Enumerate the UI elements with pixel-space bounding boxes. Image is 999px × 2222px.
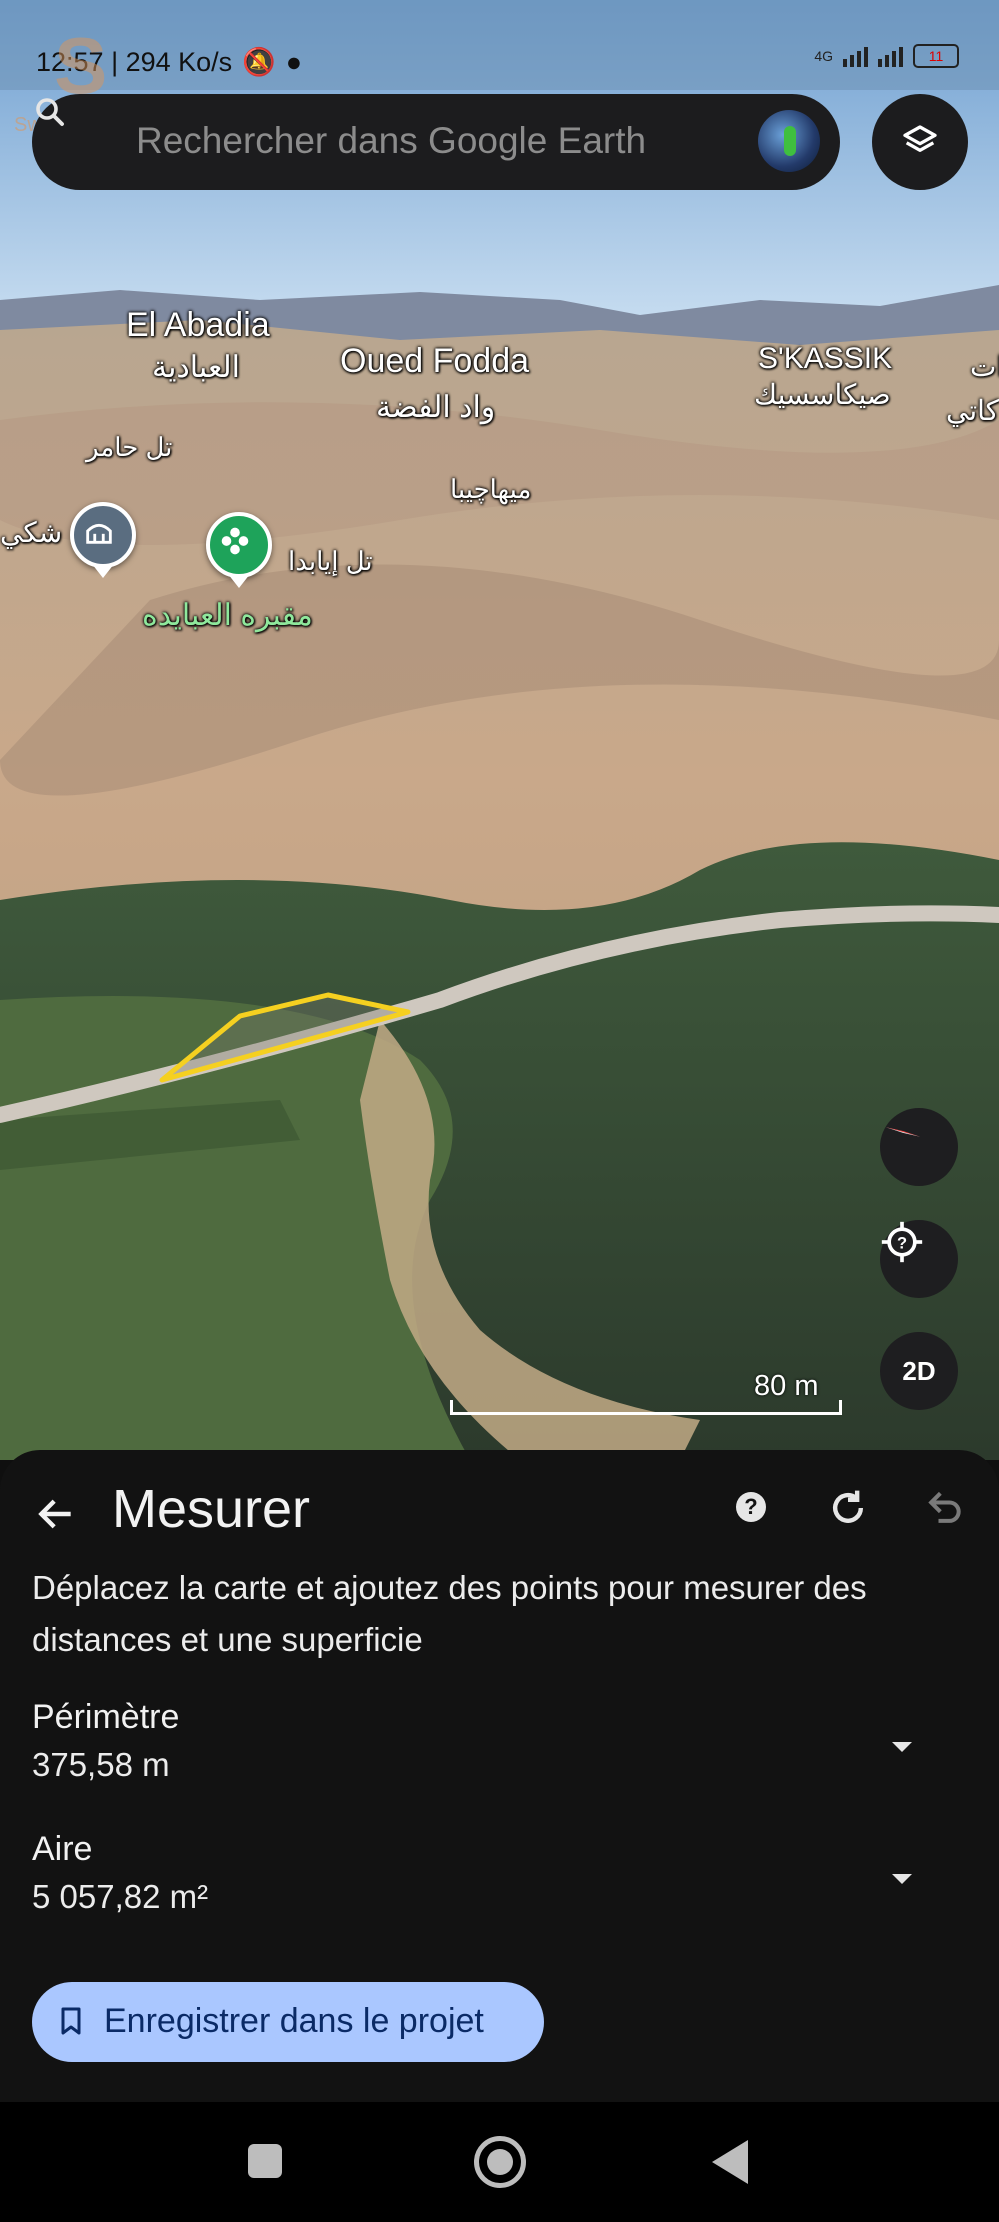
system-nav-bar [0,2102,999,2222]
landmark-pin[interactable] [70,502,136,578]
compass-icon [885,1127,921,1137]
network-type: 4G [814,48,833,64]
recents-button[interactable] [248,2144,282,2178]
perimeter-value: 375,58 m [32,1746,170,1783]
place-skassik-ar[interactable]: صيكاسسيك [754,378,891,411]
my-location-button[interactable]: ? [880,1220,958,1298]
place-el-abadia[interactable]: El Abadia [126,306,270,345]
place-el-abadia-ar[interactable]: العبادية [152,350,240,385]
toggle-2d-button[interactable]: 2D [880,1332,958,1410]
status-bar: 12:57 | 294 Ko/s 🔕 ● 4G 11 [0,0,999,90]
place-shaki[interactable]: شكي [0,516,62,549]
layers-button[interactable] [872,94,968,190]
place-tel-ibaida[interactable]: تل إيابدا [288,546,373,577]
place-skassik[interactable]: S'KASSIK [758,342,892,376]
panel-title: Mesurer [112,1479,311,1539]
app-notification-icon: ● [285,46,303,77]
perimeter-label: Périmètre [32,1698,180,1736]
signal-icon-2 [878,45,903,67]
battery-icon: 11 [913,44,959,68]
save-button-label: Enregistrer dans le projet [104,2002,484,2040]
place-tel-hamer[interactable]: تل حامر [86,432,172,463]
place-mihachiba[interactable]: ميهاچيبا [450,474,531,505]
satellite-terrain [0,0,999,1460]
place-oued-fodda-ar[interactable]: واد الفضة [376,390,495,425]
bookmark-icon [61,2007,81,2035]
cemetery-pin[interactable] [206,512,272,588]
area-label: Aire [32,1830,93,1868]
back-button[interactable] [712,2140,748,2184]
perimeter-dropdown-icon[interactable] [890,1740,914,1754]
status-indicators: 4G 11 [814,44,959,68]
refresh-icon[interactable] [826,1486,870,1530]
instruction-text: Déplacez la carte et ajoutez des points … [32,1569,867,1658]
home-button[interactable] [474,2136,526,2188]
compass-button[interactable] [880,1108,958,1186]
area-dropdown-icon[interactable] [890,1872,914,1886]
undo-icon[interactable] [922,1486,966,1530]
scale-label: 80 m [754,1370,819,1402]
search-input[interactable]: Rechercher dans Google Earth [136,120,646,162]
avatar[interactable] [758,110,820,172]
place-kati[interactable]: كاتي [946,394,999,427]
save-to-project-button[interactable]: Enregistrer dans le projet [32,1982,544,2062]
mosque-icon [86,523,112,544]
layers-icon [903,125,937,152]
place-edge[interactable]: ات [970,350,999,383]
search-icon[interactable] [32,94,68,130]
location-target-icon: ? [881,1221,923,1263]
mute-icon: 🔕 [242,47,276,77]
signal-icon [843,45,868,67]
scale-bar [450,1400,842,1415]
flower-icon [221,527,249,555]
place-oued-fodda[interactable]: Oued Fodda [340,342,529,381]
area-value: 5 057,82 m² [32,1878,209,1915]
help-icon[interactable]: ? [736,1492,766,1522]
search-bar[interactable]: Rechercher dans Google Earth [32,94,840,190]
measure-panel: Mesurer ? Déplacez la carte et ajoutez d… [0,1450,999,2102]
map-view[interactable]: 12:57 | 294 Ko/s 🔕 ● 4G 11 S Swiga | سوي… [0,0,999,1460]
back-arrow-icon[interactable] [34,1492,78,1536]
place-cemetery[interactable]: مقبره العبايده [142,598,313,633]
svg-text:?: ? [897,1234,907,1252]
